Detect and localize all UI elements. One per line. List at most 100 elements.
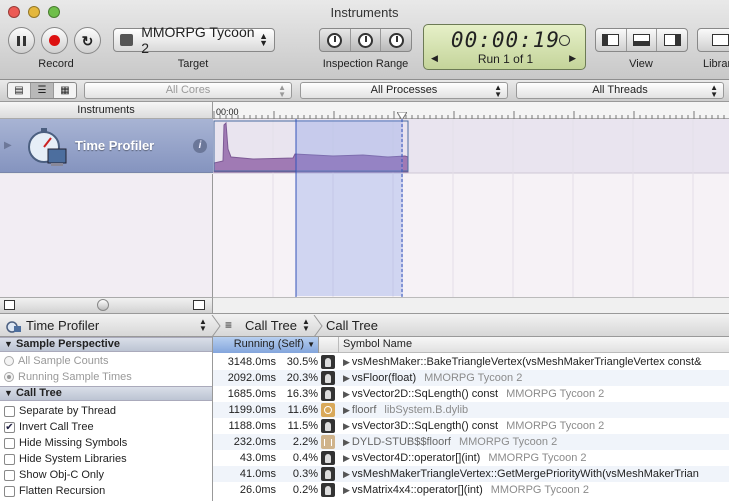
running-percent: 30.5% [286,356,318,368]
target-popup[interactable]: MMORPG Tycoon 2 ▲ ▼ [113,24,275,56]
table-row[interactable]: 2092.0ms 20.3% ▶ vsFloor(float) MMORPG Tycoo… [213,370,729,386]
jump-view[interactable]: Call Tree [245,318,297,333]
checkbox-hide-missing-symbols[interactable]: Hide Missing Symbols [4,437,127,449]
symbol-name: vsMatrix4x4::operator[](int) [351,484,483,496]
target-value: MMORPG Tycoon 2 [141,24,255,56]
clock-end-icon [388,32,404,48]
column-header-icon[interactable] [319,337,339,353]
running-percent: 0.3% [292,468,318,480]
grid-icon: ▦ [60,85,70,96]
running-ms: 1685.0ms [227,388,276,400]
disclosure-triangle-icon[interactable]: ▶ [343,405,350,415]
user-code-icon [321,355,335,369]
disclosure-triangle-icon[interactable]: ▶ [4,140,12,151]
table-row[interactable]: 1199.0ms 11.6% ▶ floorf libSystem.B.dylib [213,402,729,418]
checkbox-flatten-recursion[interactable]: Flatten Recursion [4,485,105,497]
checkbox-icon [4,469,15,481]
sort-descending-icon: ▼ [307,340,315,349]
checkbox-hide-system-libraries[interactable]: Hide System Libraries [4,453,127,465]
view-bottom-pane-button[interactable] [627,29,658,51]
disclosure-triangle-icon[interactable]: ▶ [343,389,350,399]
threads-popup[interactable]: All Threads ▲ ▼ [516,82,724,99]
symbol-name: vsVector2D::SqLength() const [351,388,499,400]
table-row[interactable]: 1685.0ms 16.3% ▶ vsVector2D::SqLength() con… [213,386,729,402]
symbol-name: vsMeshMakerTriangleVertex::GetMergePrior… [351,468,699,480]
timeline-ruler[interactable]: 00:00 [213,102,729,121]
section-header[interactable]: ▼ Call Tree [0,386,212,401]
checkbox-separate-by-thread[interactable]: Separate by Thread [4,405,116,417]
timeline-track[interactable] [213,119,729,297]
checkbox-invert-call-tree[interactable]: ✔ Invert Call Tree [4,421,94,433]
disclosure-open-icon: ▼ [4,388,13,398]
library-button[interactable] [697,28,729,52]
right-pane-icon [663,34,681,46]
table-row[interactable]: 3148.0ms 30.5% ▶ vsMeshMaker::BakeTriangleV… [213,354,729,370]
table-row[interactable]: 26.0ms 0.2% ▶ vsMatrix4x4::operator[](int) M… [213,482,729,498]
disclosure-triangle-icon[interactable]: ▶ [343,357,350,367]
table-row[interactable]: 232.0ms 2.2% ▶ DYLD-STUB$$floorf MMORPG Tyco… [213,434,729,450]
range-start-button[interactable] [320,29,351,51]
pause-button[interactable] [8,27,35,54]
column-header-symbol-name[interactable]: Symbol Name [343,337,412,352]
collapse-right-icon[interactable] [193,300,205,310]
track-scrollbar[interactable] [213,297,729,313]
view-left-pane-button[interactable] [596,29,627,51]
view-right-pane-button[interactable] [657,29,687,51]
radio-running-sample-times[interactable]: Running Sample Times [4,371,132,383]
info-icon[interactable]: i [193,139,207,153]
library-name: MMORPG Tycoon 2 [490,484,589,496]
column-header-running-self[interactable]: Running (Self) ▼ [213,337,319,353]
checkbox-icon [4,405,15,417]
breadcrumb-separator-icon [313,315,323,337]
table-row[interactable]: 43.0ms 0.4% ▶ vsVector4D::operator[](int) MM… [213,450,729,466]
jump-instrument[interactable]: Time Profiler [26,318,99,333]
running-percent: 16.3% [286,388,318,400]
range-end-button[interactable] [381,29,411,51]
jump-breadcrumb[interactable]: Call Tree [326,318,378,333]
playhead-icon[interactable] [396,110,408,121]
track-graph [213,119,729,297]
user-code-icon [321,419,335,433]
clock-mode-icon[interactable] [559,35,570,46]
mode-list-button[interactable]: ☰ [31,83,54,98]
table-row[interactable]: 41.0ms 0.3% ▶ vsMeshMakerTriangleVertex::Ge… [213,466,729,482]
system-library-icon [321,403,335,417]
range-clear-button[interactable] [351,29,382,51]
symbol-cell: ▶ vsMeshMakerTriangleVertex::GetMergePrio… [343,466,699,482]
clock-icon [358,32,373,48]
cores-popup[interactable]: All Cores ▲ ▼ [84,82,292,99]
instrument-row-time-profiler[interactable]: ▶ Time Profiler i [0,119,213,173]
disclosure-open-icon: ▼ [4,339,13,349]
disclosure-triangle-icon[interactable]: ▶ [343,485,350,495]
symbol-name: vsVector4D::operator[](int) [351,452,481,464]
run-lcd-display: 00:00:19 ◀ Run 1 of 1 ▶ [423,24,586,70]
ruler-ticks [213,111,725,119]
disclosure-triangle-icon[interactable]: ▶ [343,421,350,431]
mode-grid-button[interactable]: ▦ [54,83,76,98]
disclosure-triangle-icon[interactable]: ▶ [343,373,350,383]
inspection-range-label: Inspection Range [322,58,409,70]
zoom-slider-knob[interactable] [97,299,109,311]
checkbox-icon [4,437,15,449]
disclosure-triangle-icon[interactable]: ▶ [343,453,350,463]
radio-all-sample-counts[interactable]: All Sample Counts [4,355,109,367]
section-header[interactable]: ▼ Sample Perspective [0,337,212,352]
processes-value: All Processes [370,84,438,96]
next-run-arrow-icon[interactable]: ▶ [569,53,576,64]
table-row[interactable]: 1188.0ms 11.5% ▶ vsVector3D::SqLength() con… [213,418,729,434]
disclosure-triangle-icon[interactable]: ▶ [343,437,350,447]
processes-popup[interactable]: All Processes ▲ ▼ [300,82,508,99]
checkbox-show-objc-only[interactable]: Show Obj-C Only [4,469,104,481]
popup-arrows-icon: ▲ ▼ [199,317,207,333]
collapse-left-icon[interactable] [4,300,15,310]
running-ms: 43.0ms [239,452,276,464]
record-button[interactable] [41,27,68,54]
option-label: Separate by Thread [19,405,117,417]
mode-outline-button[interactable]: ▤ [8,83,31,98]
restart-button[interactable]: ↻ [74,27,101,54]
clock-start-icon [327,32,343,48]
disclosure-triangle-icon[interactable]: ▶ [343,469,350,479]
pause-icon [17,35,26,46]
stopwatch-icon [24,125,68,167]
option-label: Running Sample Times [18,371,132,383]
